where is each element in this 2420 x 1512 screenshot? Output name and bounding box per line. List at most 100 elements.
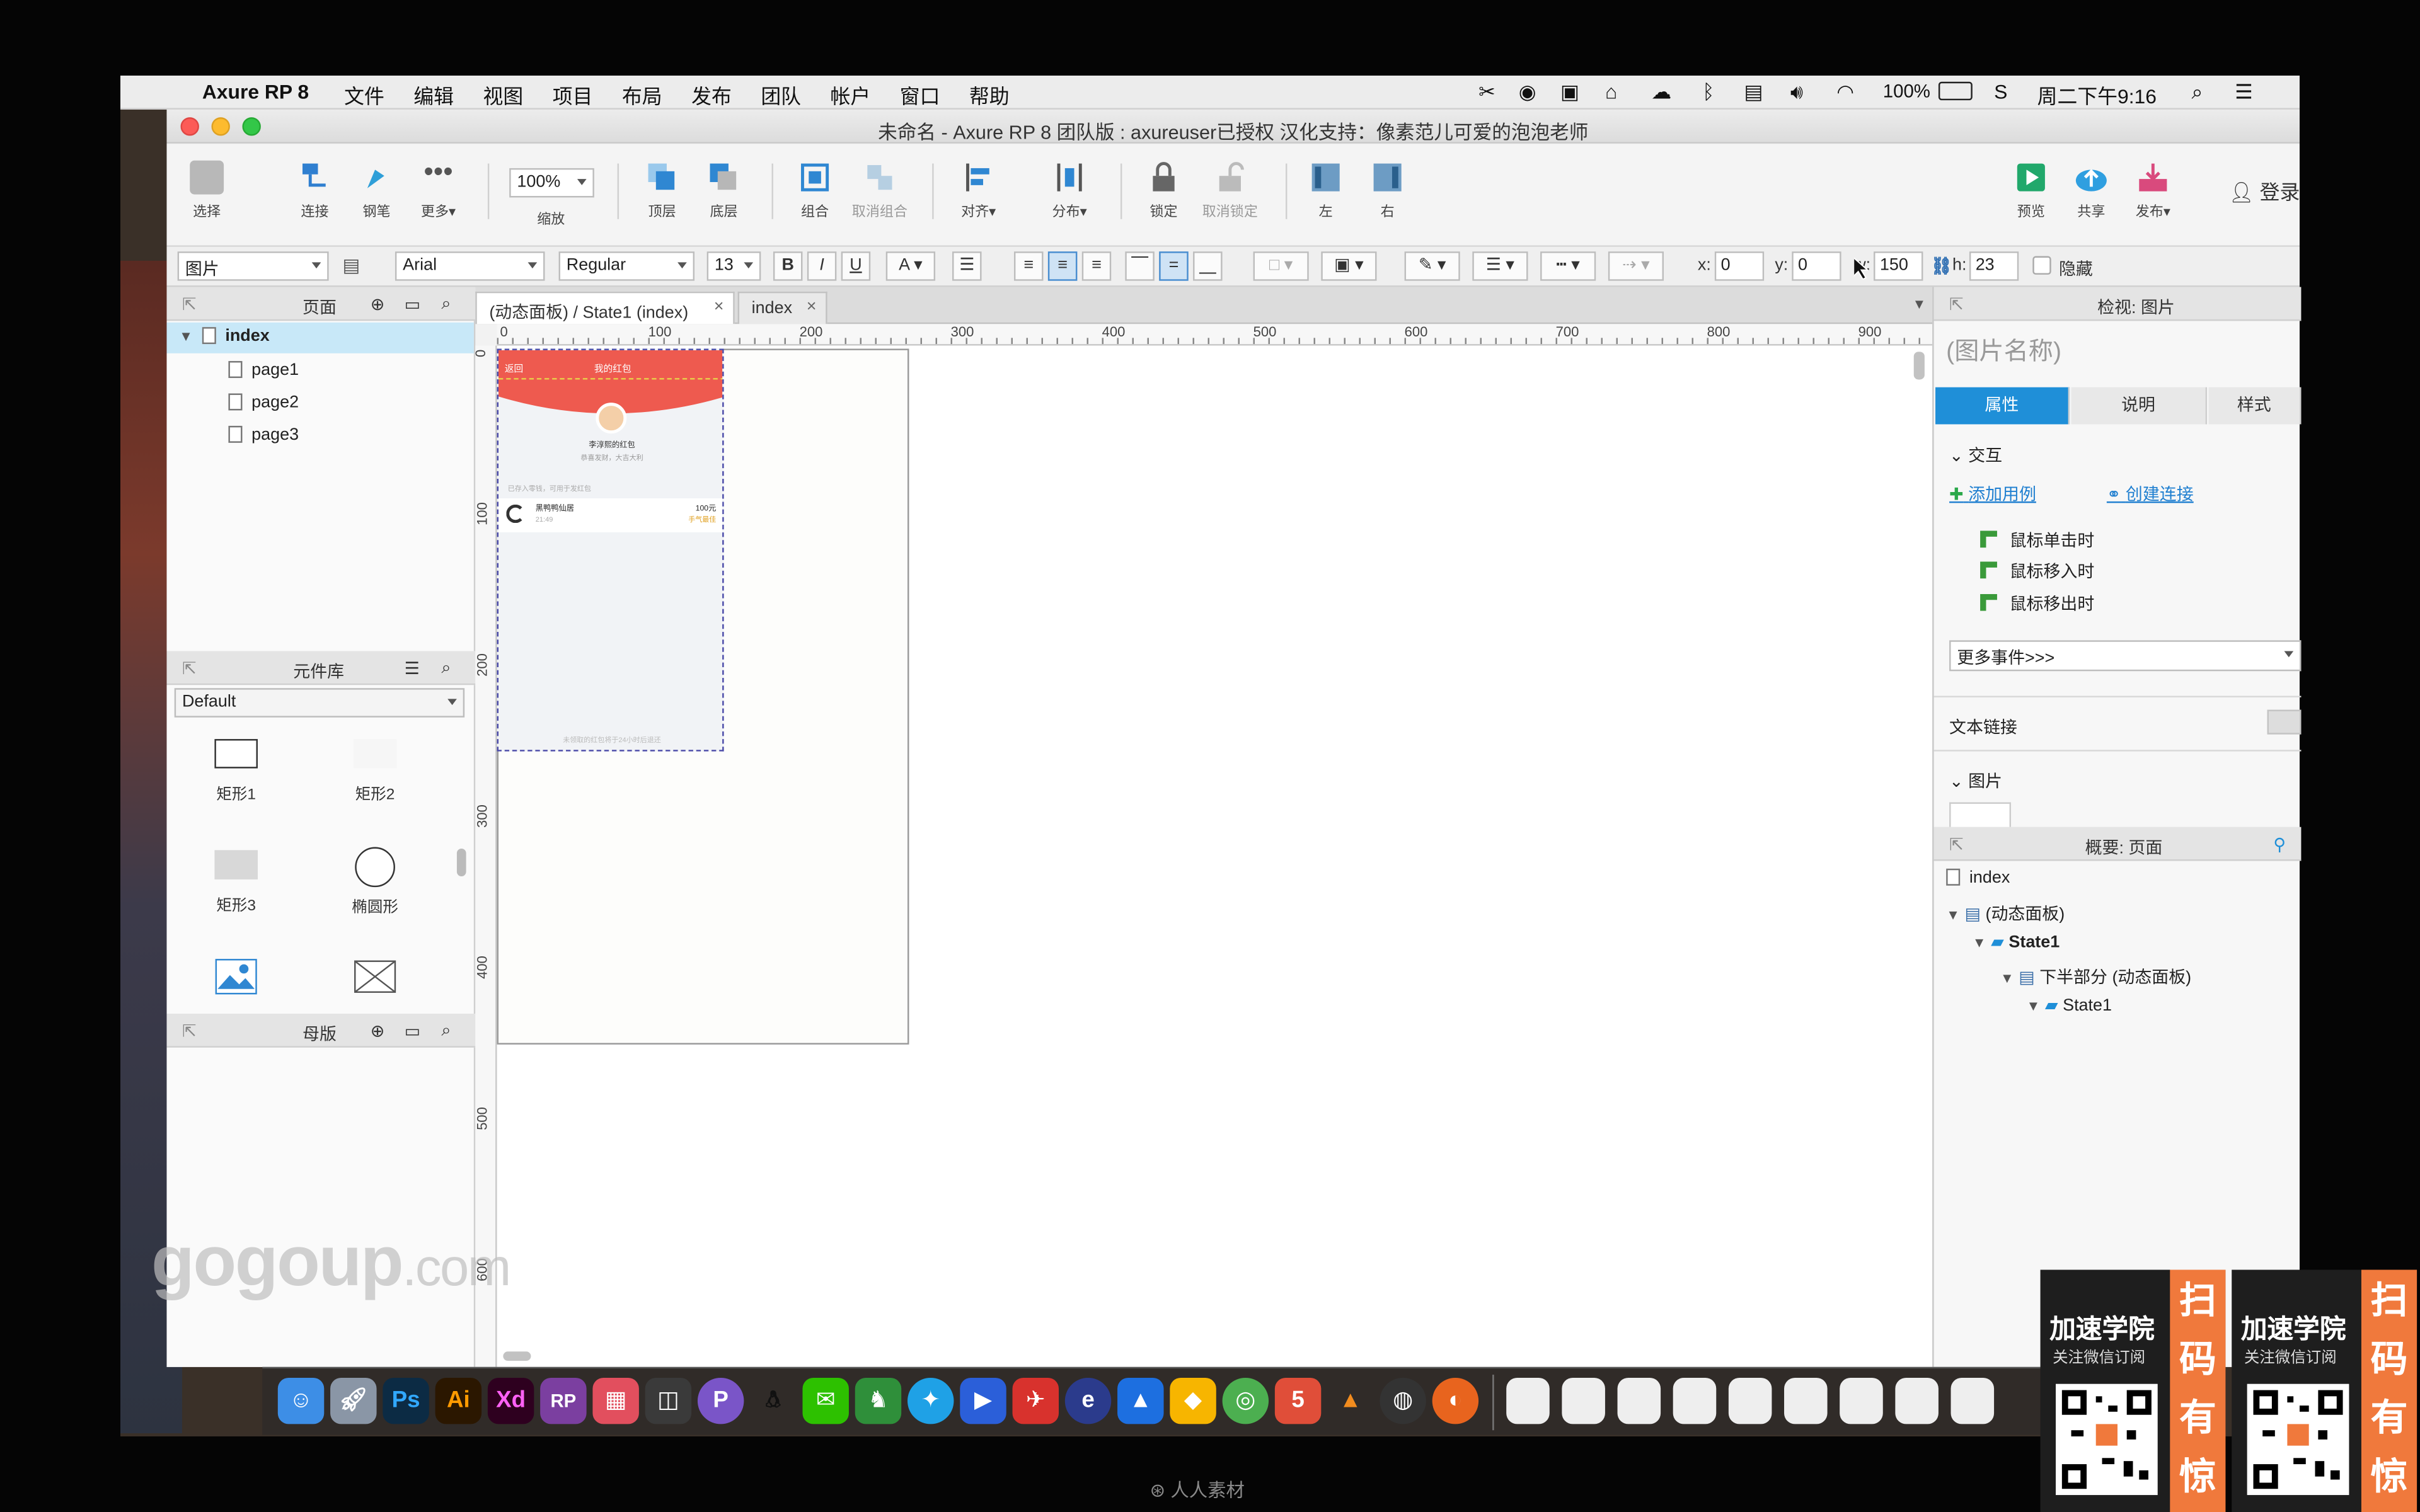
document-thumbnail[interactable]: [1784, 1377, 1828, 1424]
hidden-checkbox[interactable]: [2032, 256, 2051, 275]
battery-icon[interactable]: [1938, 81, 1973, 101]
menu-help[interactable]: 帮助: [969, 80, 1010, 110]
style-edit-icon[interactable]: ▤: [343, 255, 360, 276]
library-scrollbar[interactable]: [456, 848, 466, 877]
chrome-icon[interactable]: ◎: [1222, 1377, 1269, 1424]
link-proportions-icon[interactable]: ⛓: [1931, 256, 1952, 276]
ad-banner[interactable]: 加速学院 关注微信订阅 扫码有惊喜: [2232, 1269, 2417, 1512]
airship-icon[interactable]: ✈: [1012, 1377, 1059, 1424]
airplay-icon[interactable]: ⌂: [1605, 80, 1617, 103]
unlock-button[interactable]: 取消锁定: [1193, 161, 1267, 221]
menu-edit[interactable]: 编辑: [413, 80, 454, 110]
menu-publish[interactable]: 发布: [691, 80, 732, 110]
ungroup-button[interactable]: 取消组合: [843, 161, 917, 221]
document-thumbnail[interactable]: [1895, 1377, 1939, 1424]
spotlight-icon[interactable]: ⌕: [2192, 80, 2203, 105]
vlc-icon[interactable]: ▲: [1327, 1378, 1373, 1424]
document-thumbnail[interactable]: [1506, 1377, 1550, 1424]
html-tool-icon[interactable]: 5: [1274, 1377, 1322, 1424]
widget-type-select[interactable]: 图片: [177, 251, 329, 281]
page-item-index[interactable]: ▼ index: [166, 322, 474, 353]
dynamic-panel-red-packet[interactable]: 返回 我的红包 李淳熙的红包 恭喜发财，大吉大利 已存入零钱，可用于发红包 黑鸭…: [497, 348, 724, 752]
video-app-icon[interactable]: ▶: [960, 1377, 1006, 1424]
obs-icon[interactable]: ◍: [1380, 1377, 1426, 1424]
widget-rect3[interactable]: 矩形3: [175, 850, 298, 915]
bold-button[interactable]: B: [773, 251, 803, 281]
valign-bottom-button[interactable]: ⎽: [1193, 251, 1223, 281]
document-thumbnail[interactable]: [1673, 1377, 1717, 1424]
outline-item-dynamic-panel[interactable]: ▼ ▤ (动态面板): [1946, 901, 2065, 925]
dingtalk-icon[interactable]: ✦: [908, 1377, 954, 1424]
vertical-scrollbar[interactable]: [1913, 352, 1925, 380]
tab-state1[interactable]: (动态面板) / State1 (index) ×: [475, 291, 735, 324]
firefox-icon[interactable]: ◐: [1432, 1377, 1479, 1424]
bluetooth-icon[interactable]: ᛒ: [1702, 80, 1714, 103]
menu-account[interactable]: 帐户: [831, 80, 871, 110]
axure-rp-icon[interactable]: RP: [540, 1377, 587, 1424]
login-button[interactable]: 👤︎ 登录: [2228, 176, 2300, 205]
design-canvas[interactable]: 返回 我的红包 李淳熙的红包 恭喜发财，大吉大利 已存入零钱，可用于发红包 黑鸭…: [497, 345, 1933, 1367]
app-menu[interactable]: Axure RP 8: [202, 80, 309, 103]
valign-middle-button[interactable]: =: [1159, 251, 1189, 281]
bullets-button[interactable]: ☰: [952, 251, 982, 281]
evernote-icon[interactable]: ♞: [855, 1377, 902, 1424]
document-thumbnail[interactable]: [1562, 1377, 1605, 1424]
text-link-button[interactable]: [2267, 709, 2302, 735]
create-link-link[interactable]: ⚭ 创建连接: [2107, 481, 2194, 506]
group-button[interactable]: 组合: [778, 161, 852, 221]
menu-layout[interactable]: 布局: [622, 80, 662, 110]
document-thumbnail[interactable]: [1950, 1377, 1995, 1424]
menu-project[interactable]: 项目: [553, 80, 593, 110]
add-page-icon[interactable]: ⊕: [371, 295, 385, 314]
page-item-page1[interactable]: page1: [228, 357, 299, 387]
image-widget-icon[interactable]: [214, 958, 258, 995]
image-preview[interactable]: [1949, 802, 2012, 827]
add-folder-icon[interactable]: ▭: [405, 1021, 420, 1041]
scissors-icon[interactable]: ✂: [1478, 80, 1495, 105]
interactions-section[interactable]: ⌄ 交互: [1949, 443, 2002, 467]
paw-app-icon[interactable]: P: [697, 1377, 744, 1424]
outline-item-state1[interactable]: ▼ ▰ State1: [1973, 932, 2060, 952]
ad-banner[interactable]: 加速学院 关注微信订阅 扫码有惊喜: [2040, 1269, 2226, 1512]
collapse-icon[interactable]: ⇱: [1949, 295, 1964, 314]
notification-center-icon[interactable]: ☰: [2235, 80, 2253, 105]
menu-file[interactable]: 文件: [344, 80, 384, 110]
line-style-button[interactable]: ┅ ▾: [1540, 251, 1596, 281]
underline-button[interactable]: U: [841, 251, 871, 281]
fill-color-button[interactable]: □ ▾: [1253, 251, 1309, 281]
widget-rect2[interactable]: 矩形2: [313, 739, 437, 804]
font-family-select[interactable]: Arial: [395, 251, 545, 281]
search-icon[interactable]: ⌕: [441, 659, 451, 679]
sketch-icon[interactable]: ◆: [1170, 1377, 1216, 1424]
collapse-icon[interactable]: ⇱: [182, 659, 197, 679]
qq-icon[interactable]: 🐧︎: [750, 1378, 796, 1424]
horizontal-scrollbar[interactable]: [503, 1351, 531, 1361]
keyboard-icon[interactable]: ▤: [1744, 80, 1763, 105]
outline-item-page[interactable]: index: [1946, 868, 2010, 887]
page-item-page3[interactable]: page3: [228, 421, 299, 452]
app-status-icon[interactable]: ▣: [1560, 80, 1579, 105]
expand-icon[interactable]: ▼: [2027, 998, 2041, 1013]
arrow-style-button[interactable]: ⇢ ▾: [1608, 251, 1664, 281]
tab-index[interactable]: index ×: [737, 291, 827, 324]
add-master-icon[interactable]: ⊕: [371, 1021, 385, 1041]
document-thumbnail[interactable]: [1617, 1377, 1661, 1424]
x-input[interactable]: 0: [1714, 251, 1765, 281]
line-color-button[interactable]: ✎ ▾: [1404, 251, 1460, 281]
add-folder-icon[interactable]: ▭: [405, 295, 420, 314]
photoshop-icon[interactable]: Ps: [383, 1377, 429, 1424]
collapse-icon[interactable]: ⇱: [182, 295, 197, 314]
align-text-center-button[interactable]: ≡: [1047, 251, 1078, 281]
photo-app-icon[interactable]: ▦: [592, 1377, 639, 1424]
search-icon[interactable]: ⌕: [441, 295, 451, 315]
add-case-link[interactable]: ✚ 添加用例: [1949, 481, 2036, 506]
zoom-select[interactable]: 100%: [509, 168, 594, 198]
finder-icon[interactable]: ☺: [277, 1377, 325, 1424]
font-size-select[interactable]: 13: [706, 251, 761, 281]
select-tool-button[interactable]: 选择: [170, 160, 244, 221]
illustrator-icon[interactable]: Ai: [435, 1377, 482, 1424]
sougou-icon[interactable]: S: [1994, 80, 2007, 103]
collapse-icon[interactable]: ⇱: [1949, 835, 1964, 854]
widget-name-input[interactable]: (图片名称): [1946, 330, 2061, 367]
menu-window[interactable]: 窗口: [900, 80, 940, 110]
